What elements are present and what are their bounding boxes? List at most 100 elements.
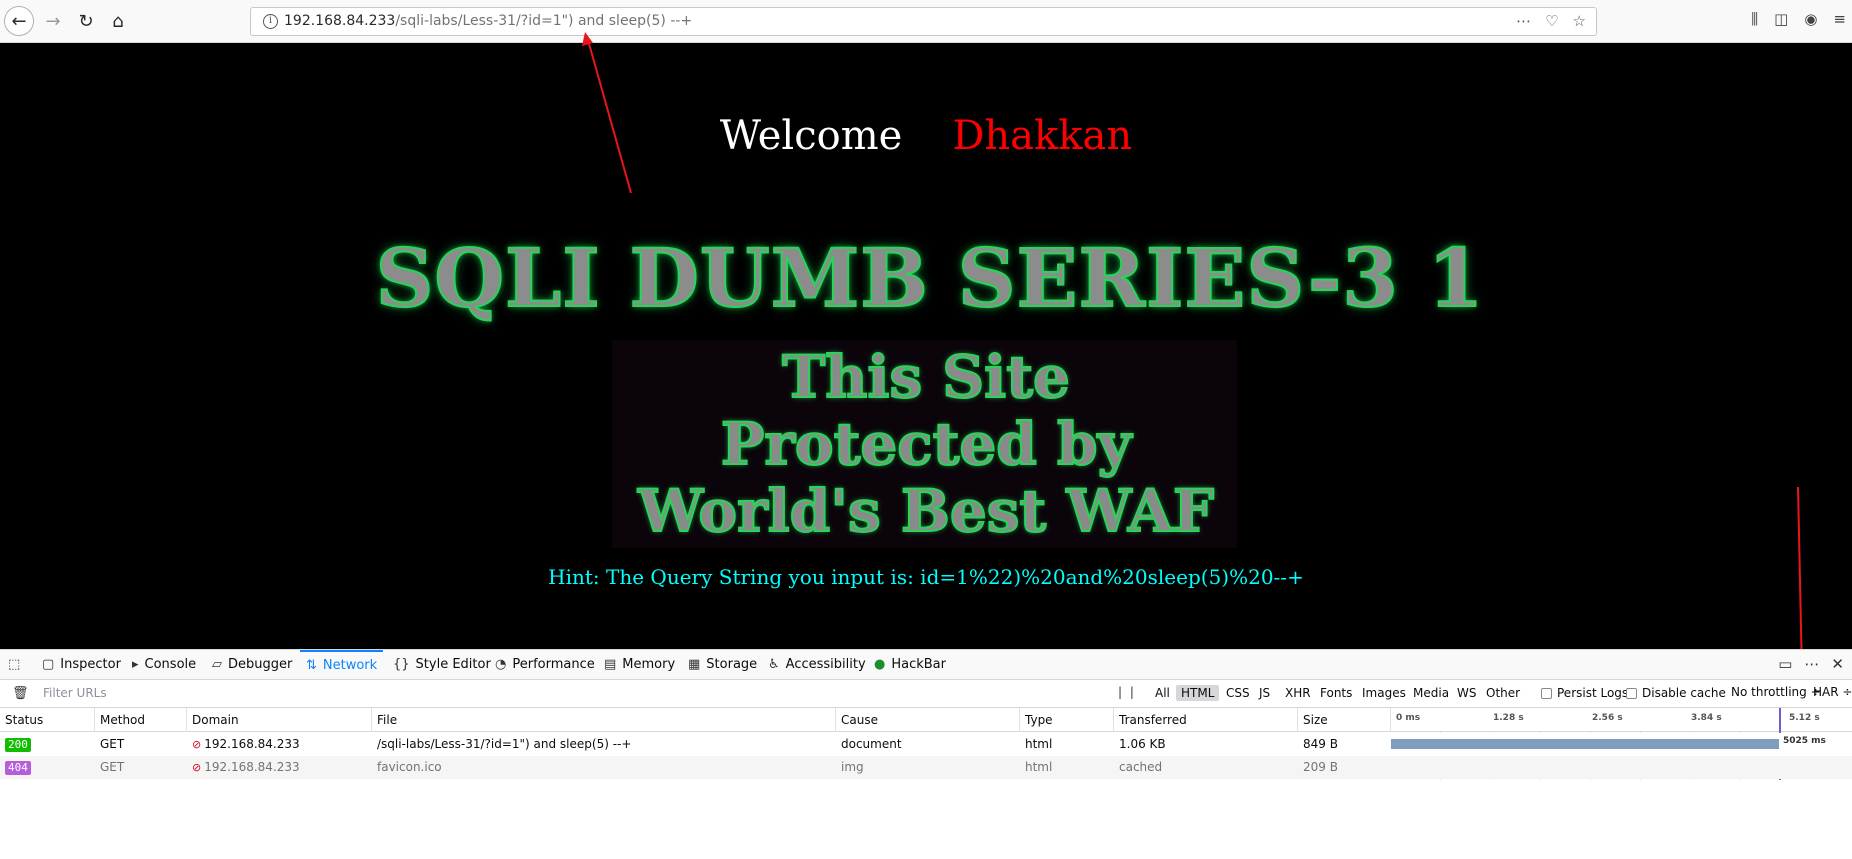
tab-label: Network	[322, 658, 378, 673]
account-icon[interactable]: ◉	[1804, 10, 1817, 28]
row-size: 849 B	[1303, 737, 1338, 751]
tab-network[interactable]: ⇅ Network	[300, 650, 384, 679]
url-bar[interactable]: i 192.168.84.233/sqli-labs/Less-31/?id=1…	[250, 7, 1597, 36]
filter-media[interactable]: Media	[1408, 685, 1454, 701]
trash-icon[interactable]: 🗑	[12, 686, 29, 701]
timeline-tick: 1.28 s	[1493, 713, 1524, 723]
storage-icon: ▦	[688, 657, 701, 672]
reload-button[interactable]: ↻	[71, 6, 101, 36]
tab-memory[interactable]: ▤ Memory	[604, 650, 675, 679]
hackbar-icon: ●	[874, 657, 886, 672]
waf-line-2: Protected by	[720, 409, 1133, 479]
row-method: GET	[100, 737, 125, 751]
col-type[interactable]: Type	[1020, 708, 1114, 732]
network-filter-bar: 🗑 Filter URLs | | All HTML CSS JS XHR Fo…	[0, 680, 1852, 708]
timeline-tick: 5.12 s	[1789, 713, 1820, 723]
reload-icon: ↻	[78, 10, 94, 32]
row-domain: ⊘ 192.168.84.233	[187, 756, 372, 779]
filter-html[interactable]: HTML	[1176, 685, 1220, 701]
domain-text: 192.168.84.233	[204, 760, 300, 774]
checkbox-box	[1626, 687, 1637, 699]
col-method[interactable]: Method	[95, 708, 187, 732]
devtools-panel: ⬚ ▢ Inspector ▸ Console ▱ Debugger ⇅ Network…	[0, 649, 1852, 859]
checkbox-label: Disable cache	[1642, 686, 1726, 700]
filter-ws[interactable]: WS	[1452, 685, 1481, 701]
welcome-text: Welcome	[719, 113, 903, 159]
page-actions-icon[interactable]: ⋯	[1516, 12, 1531, 30]
home-button[interactable]: ⌂	[103, 6, 133, 36]
braces-icon: {}	[393, 657, 410, 672]
filter-urls-input[interactable]: Filter URLs	[43, 686, 107, 700]
tab-label: Memory	[622, 657, 676, 672]
col-transferred[interactable]: Transferred	[1114, 708, 1298, 732]
bookmark-star-icon[interactable]: ☆	[1573, 12, 1586, 30]
tab-performance[interactable]: ◔ Performance	[495, 650, 595, 679]
forward-button[interactable]: →	[38, 6, 68, 36]
throttling-select[interactable]: No throttling ÷	[1731, 685, 1821, 699]
filter-other[interactable]: Other	[1481, 685, 1525, 701]
row-transferred: cached	[1119, 760, 1163, 774]
memory-icon: ▤	[604, 657, 617, 672]
pocket-icon[interactable]: ♡	[1545, 12, 1558, 30]
tab-label: HackBar	[891, 657, 946, 672]
filter-css[interactable]: CSS	[1221, 685, 1255, 701]
col-domain[interactable]: Domain	[187, 708, 372, 732]
page-content: Welcome Dhakkan SQLI DUMB SERIES-3 1 This…	[0, 43, 1852, 649]
col-size[interactable]: Size	[1298, 708, 1391, 732]
row-size: 209 B	[1303, 760, 1338, 774]
filter-js[interactable]: JS	[1254, 685, 1275, 701]
filter-all[interactable]: All	[1150, 685, 1175, 701]
arrow-right-icon: →	[45, 10, 61, 32]
col-file[interactable]: File	[372, 708, 836, 732]
tab-label: Accessibility	[785, 657, 866, 672]
status-badge: 200	[5, 738, 31, 752]
info-icon[interactable]: i	[263, 14, 278, 29]
status-badge: 404	[5, 761, 31, 775]
element-picker-button[interactable]: ⬚	[8, 650, 20, 679]
responsive-mode-icon[interactable]: ▭	[1778, 655, 1792, 673]
waterfall-timing: 5025 ms	[1783, 736, 1826, 746]
tab-label: Inspector	[60, 657, 121, 672]
tab-console[interactable]: ▸ Console	[132, 650, 196, 679]
pause-icon[interactable]: | |	[1118, 685, 1136, 699]
gauge-icon: ◔	[495, 657, 507, 672]
url-host: 192.168.84.233	[284, 13, 396, 29]
disable-cache-checkbox[interactable]: Disable cache	[1626, 686, 1726, 700]
tab-debugger[interactable]: ▱ Debugger	[212, 650, 292, 679]
sidebar-icon[interactable]: ◫	[1774, 10, 1788, 28]
tab-style-editor[interactable]: {} Style Editor	[393, 650, 491, 679]
col-cause[interactable]: Cause	[836, 708, 1020, 732]
filter-images[interactable]: Images	[1357, 685, 1411, 701]
table-row[interactable]: 404 GET ⊘ 192.168.84.233 favicon.ico img …	[0, 756, 1852, 779]
filter-xhr[interactable]: XHR	[1280, 685, 1316, 701]
col-status[interactable]: Status	[0, 708, 95, 732]
row-method: GET	[100, 760, 125, 774]
insecure-lock-icon: ⊘	[192, 738, 202, 751]
arrow-left-icon: ←	[11, 10, 27, 32]
close-icon[interactable]: ✕	[1831, 655, 1844, 673]
checkbox-label: Persist Logs	[1557, 686, 1629, 700]
console-icon: ▸	[132, 657, 139, 672]
tab-label: Performance	[512, 657, 595, 672]
welcome-heading: Welcome Dhakkan	[0, 113, 1852, 159]
tab-label: Style Editor	[415, 657, 491, 672]
waf-line-1: This Site	[781, 342, 1071, 412]
waf-line-3: World's Best WAF	[637, 476, 1215, 546]
row-status: 404	[0, 756, 95, 779]
filter-fonts[interactable]: Fonts	[1315, 685, 1357, 701]
insecure-lock-icon: ⊘	[192, 761, 202, 774]
persist-logs-checkbox[interactable]: Persist Logs	[1541, 686, 1628, 700]
tab-inspector[interactable]: ▢ Inspector	[42, 650, 121, 679]
library-icon[interactable]: ⫼	[1751, 10, 1758, 28]
tab-hackbar[interactable]: ● HackBar	[874, 650, 946, 679]
back-button[interactable]: ←	[4, 6, 34, 36]
tab-accessibility[interactable]: ♿ Accessibility	[768, 650, 866, 679]
har-menu[interactable]: HAR ÷	[1813, 685, 1852, 699]
welcome-user: Dhakkan	[952, 113, 1133, 159]
url-text[interactable]: 192.168.84.233/sqli-labs/Less-31/?id=1")…	[284, 13, 692, 29]
tab-storage[interactable]: ▦ Storage	[688, 650, 757, 679]
menu-icon[interactable]: ≡	[1833, 10, 1846, 28]
more-options-icon[interactable]: ⋯	[1804, 655, 1819, 673]
table-row[interactable]: 200 GET ⊘ 192.168.84.233 /sqli-labs/Less-…	[0, 733, 1852, 756]
inspector-icon: ▢	[42, 657, 55, 672]
